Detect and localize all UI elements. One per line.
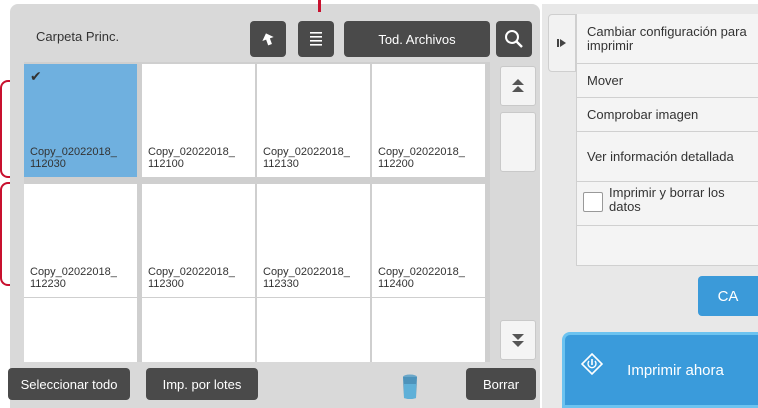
batch-print-button[interactable]: Imp. por lotes (146, 368, 258, 400)
collapse-arrow-icon (557, 39, 566, 47)
file-name: Copy_02022018_ 112030 (30, 146, 117, 170)
menu-item[interactable]: Cambiar configuración para imprimir (576, 14, 758, 64)
file-tile[interactable]: Copy_02022018_ 112400 (372, 184, 485, 297)
double-chevron-down-icon (512, 334, 524, 347)
select-all-button[interactable]: Seleccionar todo (8, 368, 130, 400)
file-tile[interactable]: Copy_02022018_ 112330 (257, 184, 370, 297)
trash-icon (403, 374, 417, 399)
file-grid: ✔ Copy_02022018_ 112030 Copy_02022018_ 112… (24, 62, 490, 362)
callout-bracket-top (0, 80, 10, 178)
search-icon (505, 30, 523, 48)
up-arrow-icon (262, 33, 274, 46)
file-tile[interactable]: Copy_02022018_ 112300 (142, 184, 255, 297)
file-tile[interactable] (142, 298, 255, 362)
scroll-top-button[interactable] (500, 66, 536, 106)
print-now-button[interactable]: Imprimir ahora (562, 332, 758, 408)
file-tile[interactable] (372, 298, 485, 362)
file-tile[interactable]: Copy_02022018_ 112200 (372, 64, 485, 177)
print-now-label: Imprimir ahora (627, 361, 724, 379)
file-name: Copy_02022018_ 112300 (148, 266, 235, 290)
action-panel: Cambiar configuración para imprimir Mover… (542, 4, 758, 408)
list-view-button[interactable] (298, 21, 334, 57)
callout-bracket-bottom (0, 182, 10, 286)
callout-marker (318, 0, 321, 12)
delete-button[interactable]: Borrar (466, 368, 536, 400)
file-tile[interactable]: Copy_02022018_ 112230 (24, 184, 137, 297)
file-name: Copy_02022018_ 112130 (263, 146, 350, 170)
menu-item-label: Imprimir y borrar los datos (609, 185, 725, 214)
search-button[interactable] (496, 21, 532, 57)
file-name: Copy_02022018_ 112100 (148, 146, 235, 170)
list-view-icon (310, 32, 322, 46)
file-name: Copy_02022018_ 112230 (30, 266, 117, 290)
folder-name: Carpeta Princ. (36, 29, 120, 44)
start-diamond-icon (581, 353, 603, 375)
file-tile[interactable]: Copy_02022018_ 112130 (257, 64, 370, 177)
file-browser-panel: Carpeta Princ. Tod. Archivos ✔ Copy_02022… (10, 4, 540, 408)
menu-empty-slot (576, 226, 758, 266)
menu-item-label: Cambiar configuración para imprimir (587, 23, 747, 53)
all-files-button[interactable]: Tod. Archivos (344, 21, 490, 57)
up-folder-button[interactable] (250, 21, 286, 57)
menu-item-label: Mover (587, 72, 624, 88)
file-tile[interactable] (24, 298, 137, 362)
file-tile[interactable]: ✔ Copy_02022018_ 112030 (24, 64, 137, 177)
file-name: Copy_02022018_ 112330 (263, 266, 350, 290)
menu-item[interactable]: Comprobar imagen (576, 98, 758, 132)
action-menu: Cambiar configuración para imprimir Mover… (576, 14, 758, 266)
checkmark-icon: ✔ (30, 68, 42, 84)
scroll-thumb[interactable] (500, 112, 536, 172)
menu-item-label: Comprobar imagen (587, 106, 699, 122)
ca-button[interactable]: CA (698, 276, 758, 316)
scroll-column (500, 62, 538, 370)
file-name: Copy_02022018_ 112200 (378, 146, 465, 170)
menu-item[interactable]: Imprimir y borrar los datos (576, 182, 758, 226)
collapse-panel-button[interactable] (548, 14, 576, 72)
menu-item[interactable]: Ver información detallada (576, 132, 758, 182)
scroll-bottom-button[interactable] (500, 320, 536, 360)
file-tile[interactable]: Copy_02022018_ 112100 (142, 64, 255, 177)
double-chevron-up-icon (512, 79, 524, 92)
menu-item[interactable]: Mover (576, 64, 758, 98)
file-name: Copy_02022018_ 112400 (378, 266, 465, 290)
menu-item-label: Ver información detallada (587, 148, 734, 164)
header-bar: Carpeta Princ. Tod. Archivos (10, 14, 540, 60)
file-tile[interactable] (257, 298, 370, 362)
checkbox[interactable] (583, 192, 603, 212)
